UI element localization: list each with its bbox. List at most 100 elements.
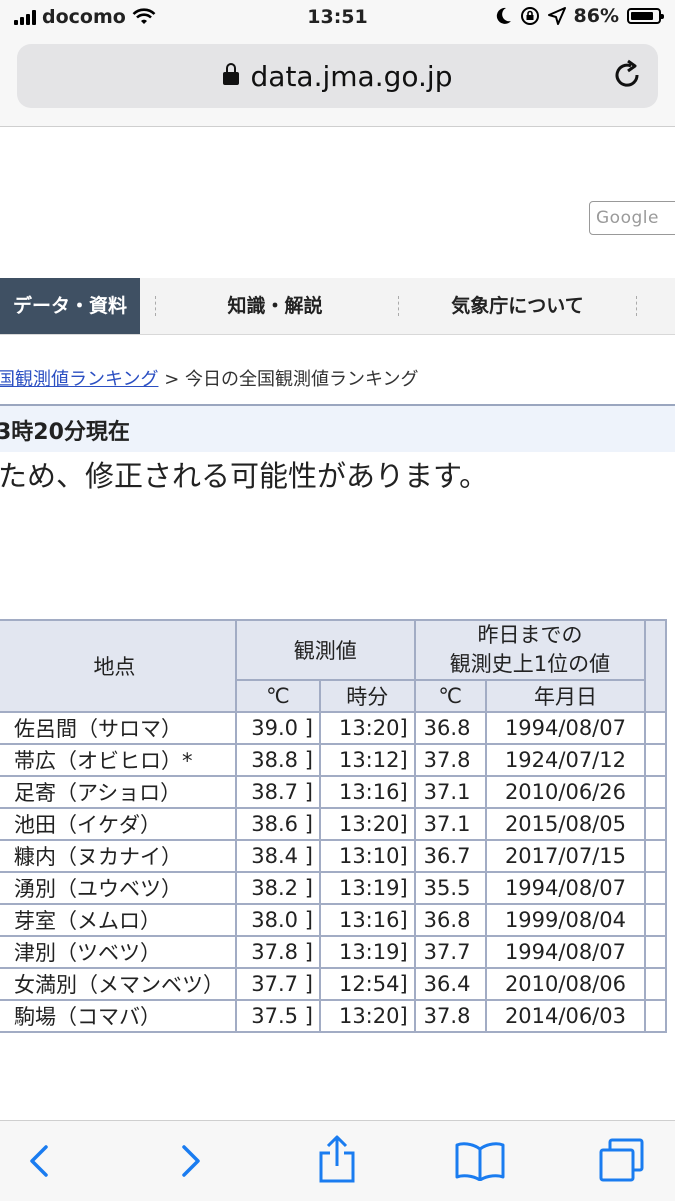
cell-place: 芽室（メムロ） <box>0 903 237 937</box>
cell-value: 39.0 ] <box>234 711 321 745</box>
header-date: 年月日 <box>484 679 647 713</box>
cell-more <box>644 743 667 777</box>
cell-more <box>644 807 667 841</box>
cell-date: 1924/07/12 <box>484 743 647 777</box>
cell-value: 38.4 ] <box>234 839 321 873</box>
cell-record: 36.8 <box>413 711 487 745</box>
cell-date: 2017/07/15 <box>484 839 647 873</box>
host-text: data.jma.go.jp <box>250 60 453 93</box>
breadcrumb-current: 今日の全国観測値ランキング <box>185 369 419 390</box>
cell-more <box>644 711 667 745</box>
cell-record: 35.5 <box>413 871 487 905</box>
cell-value: 37.7 ] <box>234 967 321 1001</box>
cell-value: 38.6 ] <box>234 807 321 841</box>
header-celsius: ℃ <box>234 679 321 713</box>
breadcrumb-link-ranking[interactable]: 国観測値ランキング <box>0 369 158 390</box>
table-row: 駒場（コマバ） 37.5 ] 13:20] 37.8 2014/06/03 <box>0 999 667 1033</box>
cell-value: 38.8 ] <box>234 743 321 777</box>
cell-time: 13:19] <box>318 871 416 905</box>
table-row: 糠内（ヌカナイ） 38.4 ] 13:10] 36.7 2017/07/15 <box>0 839 667 873</box>
cell-time: 13:20] <box>318 711 416 745</box>
nav-divider <box>398 296 399 316</box>
cell-record: 37.7 <box>413 935 487 969</box>
cell-value: 38.7 ] <box>234 775 321 809</box>
header-record-celsius: ℃ <box>413 679 487 713</box>
table-row: 帯広（オビヒロ）* 38.8 ] 13:12] 37.8 1924/07/12 <box>0 743 667 777</box>
cell-place: 女満別（メマンベツ） <box>0 967 237 1001</box>
cell-more <box>644 967 667 1001</box>
search-placeholder: Google <box>596 208 659 228</box>
bookmarks-icon[interactable] <box>454 1141 506 1181</box>
header-record-line1: 昨日までの <box>477 623 583 647</box>
cell-date: 2010/08/06 <box>484 967 647 1001</box>
table-row: 佐呂間（サロマ） 39.0 ] 13:20] 36.8 1994/08/07 <box>0 711 667 745</box>
header-record: 昨日までの 観測史上1位の値 <box>413 619 647 681</box>
header-observed: 観測値 <box>234 619 416 681</box>
nav-divider <box>636 296 637 316</box>
cell-date: 2015/08/05 <box>484 807 647 841</box>
cell-time: 13:16] <box>318 903 416 937</box>
cell-date: 1994/08/07 <box>484 711 647 745</box>
section-title-bar: 3時20分現在 <box>0 404 675 452</box>
cell-place: 佐呂間（サロマ） <box>0 711 237 745</box>
tabs-icon[interactable] <box>598 1137 646 1183</box>
cell-more <box>644 903 667 937</box>
header-more <box>644 619 667 713</box>
address-bar[interactable]: data.jma.go.jp <box>17 44 658 108</box>
cell-record: 37.8 <box>413 743 487 777</box>
header-time: 時分 <box>318 679 416 713</box>
table-row: 足寄（アショロ） 38.7 ] 13:16] 37.1 2010/06/26 <box>0 775 667 809</box>
address-host: data.jma.go.jp <box>17 60 658 93</box>
cell-value: 38.0 ] <box>234 903 321 937</box>
cell-date: 1999/08/04 <box>484 903 647 937</box>
nav-item-data[interactable]: データ・資料 <box>0 278 140 334</box>
cell-date: 1994/08/07 <box>484 871 647 905</box>
cell-record: 37.1 <box>413 775 487 809</box>
table-header-row: 地点 観測値 昨日までの 観測史上1位の値 <box>0 619 667 713</box>
cell-time: 13:10] <box>318 839 416 873</box>
table-row: 女満別（メマンベツ） 37.7 ] 12:54] 36.4 2010/08/06 <box>0 967 667 1001</box>
moon-icon <box>496 7 511 24</box>
forward-chevron-icon[interactable] <box>170 1141 210 1181</box>
cell-place: 駒場（コマバ） <box>0 999 237 1033</box>
cell-more <box>644 839 667 873</box>
browser-chrome: data.jma.go.jp <box>0 36 675 127</box>
status-right: 86% <box>496 5 664 27</box>
battery-level <box>631 12 654 20</box>
header-place: 地点 <box>0 619 237 713</box>
cell-place: 足寄（アショロ） <box>0 775 237 809</box>
ranking-table: 地点 観測値 昨日までの 観測史上1位の値 ℃ 時分 ℃ 年月日 佐呂間（サロマ… <box>0 619 667 1033</box>
table-row: 池田（イケダ） 38.6 ] 13:20] 37.1 2015/08/05 <box>0 807 667 841</box>
battery-icon <box>627 8 664 24</box>
cell-record: 36.7 <box>413 839 487 873</box>
google-search-box[interactable]: Google <box>589 201 675 235</box>
cell-place: 糠内（ヌカナイ） <box>0 839 237 873</box>
cell-time: 13:19] <box>318 935 416 969</box>
reload-icon[interactable] <box>610 58 644 92</box>
nav-divider <box>155 296 156 316</box>
cell-record: 36.4 <box>413 967 487 1001</box>
global-nav: データ・資料 知識・解説 気象庁について <box>0 278 675 335</box>
nav-item-knowledge[interactable]: 知識・解説 <box>160 278 390 334</box>
header-record-line2: 観測史上1位の値 <box>449 652 611 676</box>
breadcrumb: 国観測値ランキング > 今日の全国観測値ランキング <box>0 365 419 391</box>
cell-record: 36.8 <box>413 903 487 937</box>
battery-percent: 86% <box>573 5 619 27</box>
notice-text: ため、修正される可能性があります。 <box>0 459 489 493</box>
breadcrumb-separator: > <box>164 369 180 390</box>
share-icon[interactable] <box>316 1135 358 1183</box>
cell-date: 2014/06/03 <box>484 999 647 1033</box>
nav-item-about[interactable]: 気象庁について <box>405 278 630 334</box>
lock-icon <box>222 63 239 85</box>
cell-value: 37.5 ] <box>234 999 321 1033</box>
cell-time: 13:12] <box>318 743 416 777</box>
cell-place: 帯広（オビヒロ）* <box>0 743 237 777</box>
cell-date: 2010/06/26 <box>484 775 647 809</box>
cell-record: 37.8 <box>413 999 487 1033</box>
cell-more <box>644 999 667 1033</box>
cell-time: 13:20] <box>318 807 416 841</box>
cell-record: 37.1 <box>413 807 487 841</box>
back-chevron-icon[interactable] <box>20 1141 60 1181</box>
table-row: 湧別（ユウベツ） 38.2 ] 13:19] 35.5 1994/08/07 <box>0 871 667 905</box>
cell-value: 38.2 ] <box>234 871 321 905</box>
